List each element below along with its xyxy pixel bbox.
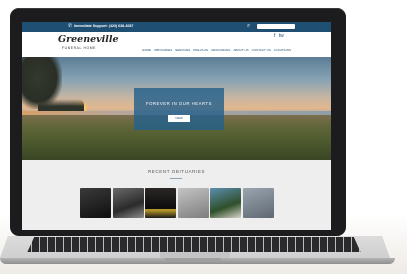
hero-button[interactable]: VIEW xyxy=(168,114,190,122)
twitter-icon[interactable]: tw xyxy=(279,33,284,39)
main-nav: HOME OBITUARIES SERVICES PRE-PLAN RESOUR… xyxy=(142,48,291,52)
laptop-notch xyxy=(165,258,221,261)
logo-subtitle: FUNERAL HOME xyxy=(62,46,97,50)
hero-banner: FOREVER IN OUR HEARTS VIEW xyxy=(22,57,331,160)
logo[interactable]: Greeneville xyxy=(58,34,119,45)
heading-divider xyxy=(170,178,182,179)
obituary-photo-row xyxy=(80,188,274,218)
obituary-photo[interactable] xyxy=(177,188,209,218)
website-screen: ✆ Immediate Support: (423) 638-4087 ⌕ Gr… xyxy=(22,22,331,230)
obituary-photo[interactable] xyxy=(80,188,111,218)
obituary-photo[interactable] xyxy=(210,188,241,218)
site-header: Greeneville FUNERAL HOME f tw HOME OBITU… xyxy=(22,32,331,57)
laptop-base xyxy=(0,258,395,264)
phone-icon: ✆ xyxy=(68,23,73,29)
section-heading: RECENT OBITUARIES xyxy=(147,169,206,174)
nav-item-contact[interactable]: CONTACT US xyxy=(252,48,271,52)
keyboard-keys xyxy=(27,237,361,252)
hero-title: FOREVER IN OUR HEARTS xyxy=(145,101,213,106)
nav-item-resources[interactable]: RESOURCES xyxy=(211,48,230,52)
nav-item-obituaries[interactable]: OBITUARIES xyxy=(154,48,172,52)
nav-item-home[interactable]: HOME xyxy=(142,48,151,52)
social-links: f tw xyxy=(274,33,286,39)
obituary-photo[interactable] xyxy=(242,188,274,218)
facebook-icon[interactable]: f xyxy=(274,33,275,39)
obituary-photo[interactable] xyxy=(112,188,144,218)
support-phone-text[interactable]: Immediate Support: (423) 638-4087 xyxy=(74,24,133,28)
hero-palms xyxy=(38,99,84,111)
hero-card: FOREVER IN OUR HEARTS VIEW xyxy=(134,88,224,130)
search-icon[interactable]: ⌕ xyxy=(247,23,250,30)
top-bar: ✆ Immediate Support: (423) 638-4087 ⌕ xyxy=(22,22,331,32)
nav-item-pre-plan[interactable]: PRE-PLAN xyxy=(193,48,208,52)
obituary-photo[interactable] xyxy=(145,188,176,218)
search-input[interactable] xyxy=(257,24,295,29)
nav-item-about[interactable]: ABOUT US xyxy=(233,48,248,52)
recent-obituaries-section: RECENT OBITUARIES xyxy=(22,160,331,230)
nav-item-locations[interactable]: LOCATIONS xyxy=(274,48,291,52)
nav-item-services[interactable]: SERVICES xyxy=(175,48,190,52)
